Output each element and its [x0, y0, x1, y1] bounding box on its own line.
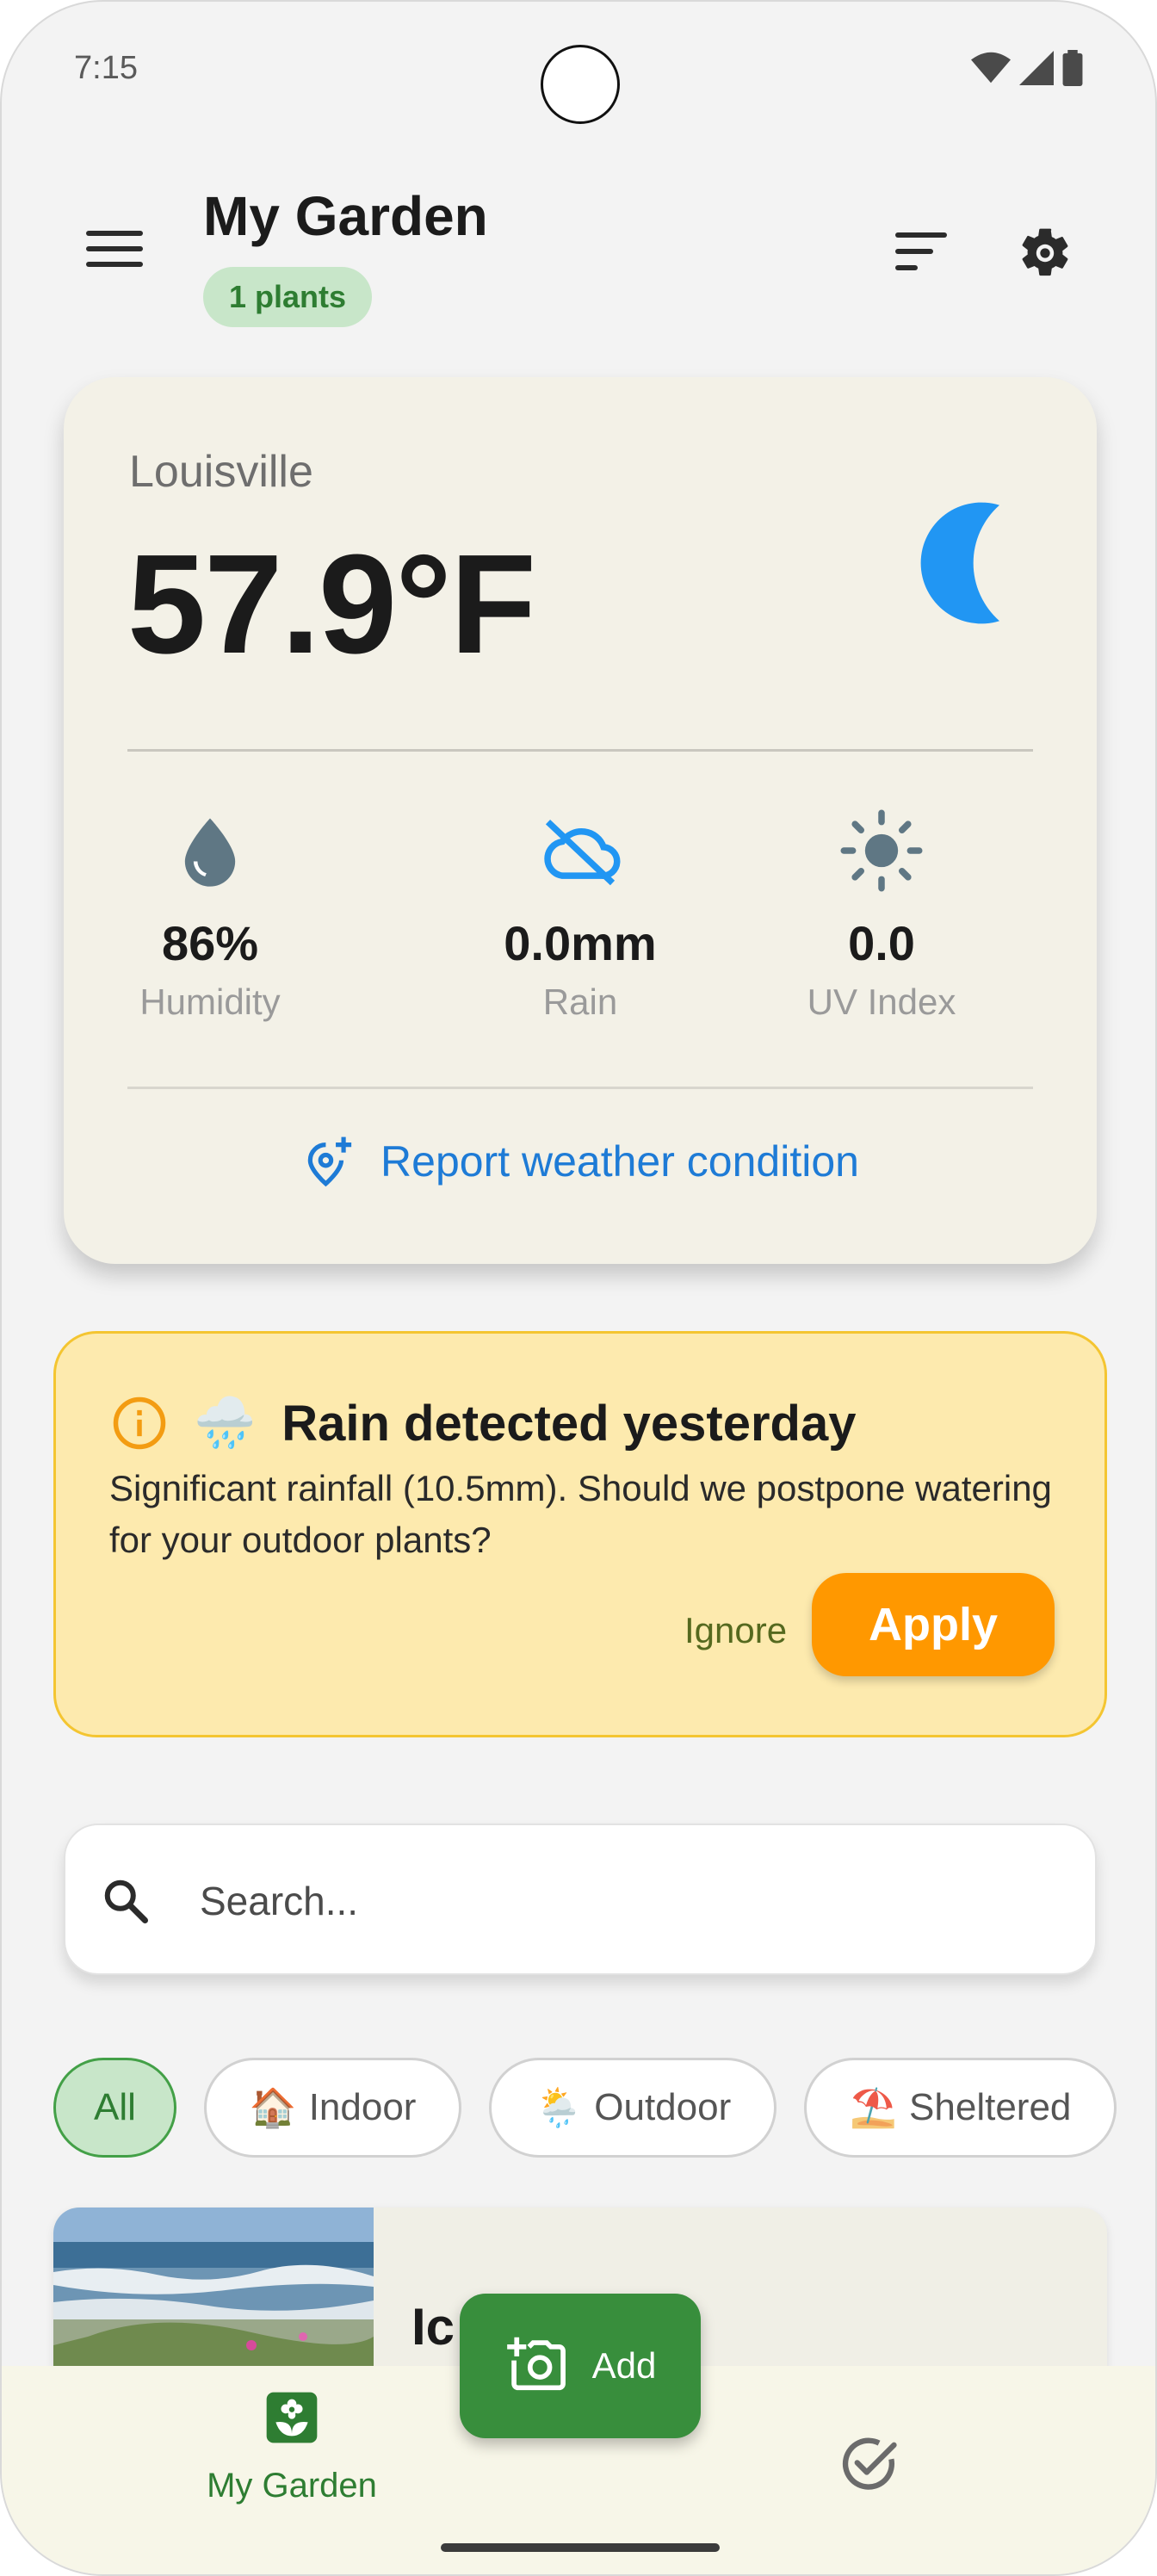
home-indicator[interactable] — [441, 2543, 720, 2552]
filter-chip-sheltered[interactable]: ⛱️ Sheltered — [804, 2058, 1117, 2158]
moon-icon — [920, 502, 999, 624]
weather-city: Louisville — [129, 447, 313, 497]
rain-value: 0.0mm — [504, 916, 657, 970]
chip-label: All — [94, 2086, 136, 2128]
alert-header: 🌧️ Rain detected yesterday — [111, 1394, 857, 1452]
house-emoji-icon: 🏠 — [249, 2087, 297, 2129]
sun-icon — [840, 809, 923, 892]
wifi-icon — [971, 52, 1011, 84]
search-bar — [64, 1824, 1097, 1975]
plant-count-badge: 1 plants — [203, 267, 373, 327]
page-title: My Garden — [203, 185, 488, 247]
rain-alert-card: 🌧️ Rain detected yesterday Significant r… — [53, 1331, 1107, 1737]
divider — [127, 1087, 1033, 1089]
garden-icon — [266, 2392, 318, 2443]
status-time: 7:15 — [74, 50, 138, 86]
filter-chips: All 🏠 Indoor 🌦️ Outdoor ⛱️ Sheltered — [53, 2058, 1117, 2158]
chip-label: Indoor — [308, 2086, 417, 2128]
apply-button[interactable]: Apply — [812, 1573, 1055, 1676]
search-icon — [104, 1879, 148, 1923]
camera-cutout — [541, 45, 620, 124]
phone-screen: 7:15 My Garden 1 plants Louisville 57.9°… — [0, 0, 1157, 2576]
humidity-value: 86% — [161, 916, 259, 970]
umbrella-emoji-icon: ⛱️ — [850, 2087, 898, 2129]
report-weather-label: Report weather condition — [381, 1137, 859, 1186]
uv-value: 0.0 — [848, 916, 915, 970]
filter-chip-indoor[interactable]: 🏠 Indoor — [203, 2058, 462, 2158]
rain-emoji-icon: 🌧️ — [194, 1395, 257, 1451]
gear-icon[interactable] — [1016, 224, 1074, 282]
signal-icon — [1019, 51, 1054, 85]
chip-label: Sheltered — [909, 2086, 1072, 2128]
battery-icon — [1062, 50, 1083, 86]
chip-label: Outdoor — [594, 2086, 732, 2128]
rain-label: Rain — [542, 981, 618, 1022]
sort-icon[interactable] — [895, 232, 947, 270]
add-photo-icon — [506, 2337, 566, 2391]
humidity-metric: 86% Humidity — [81, 808, 339, 1023]
add-plant-button[interactable]: Add — [460, 2294, 701, 2438]
alert-title: Rain detected yesterday — [282, 1395, 857, 1452]
water-drop-icon — [184, 818, 236, 887]
add-location-icon — [307, 1136, 352, 1187]
status-icons — [971, 50, 1083, 86]
cloud-off-icon — [544, 819, 621, 886]
weather-temperature: 57.9°F — [127, 525, 536, 683]
divider — [127, 749, 1033, 752]
plant-photo — [53, 2208, 374, 2380]
search-input[interactable] — [200, 1868, 1061, 1934]
humidity-label: Humidity — [139, 981, 281, 1022]
filter-chip-all[interactable]: All — [53, 2058, 176, 2158]
sun-rain-emoji-icon: 🌦️ — [535, 2087, 583, 2129]
uv-metric: 0.0 UV Index — [752, 808, 1011, 1023]
add-label: Add — [591, 2345, 657, 2386]
check-circle-icon[interactable] — [837, 2431, 902, 2497]
filter-chip-outdoor[interactable]: 🌦️ Outdoor — [489, 2058, 777, 2158]
uv-label: UV Index — [807, 981, 956, 1022]
plant-name: Ic — [411, 2298, 455, 2356]
weather-card: Louisville 57.9°F 86% Humidity 0.0mm Rai… — [64, 377, 1097, 1264]
nav-item-my-garden[interactable]: My Garden — [193, 2390, 391, 2505]
alert-message: Significant rainfall (10.5mm). Should we… — [109, 1468, 1052, 1560]
report-weather-button[interactable]: Report weather condition — [64, 1135, 1097, 1188]
rain-metric: 0.0mm Rain — [451, 808, 709, 1023]
ignore-button[interactable]: Ignore — [672, 1601, 799, 1661]
menu-icon[interactable] — [86, 231, 143, 274]
info-icon — [113, 1396, 166, 1450]
nav-label-my-garden: My Garden — [207, 2467, 377, 2505]
